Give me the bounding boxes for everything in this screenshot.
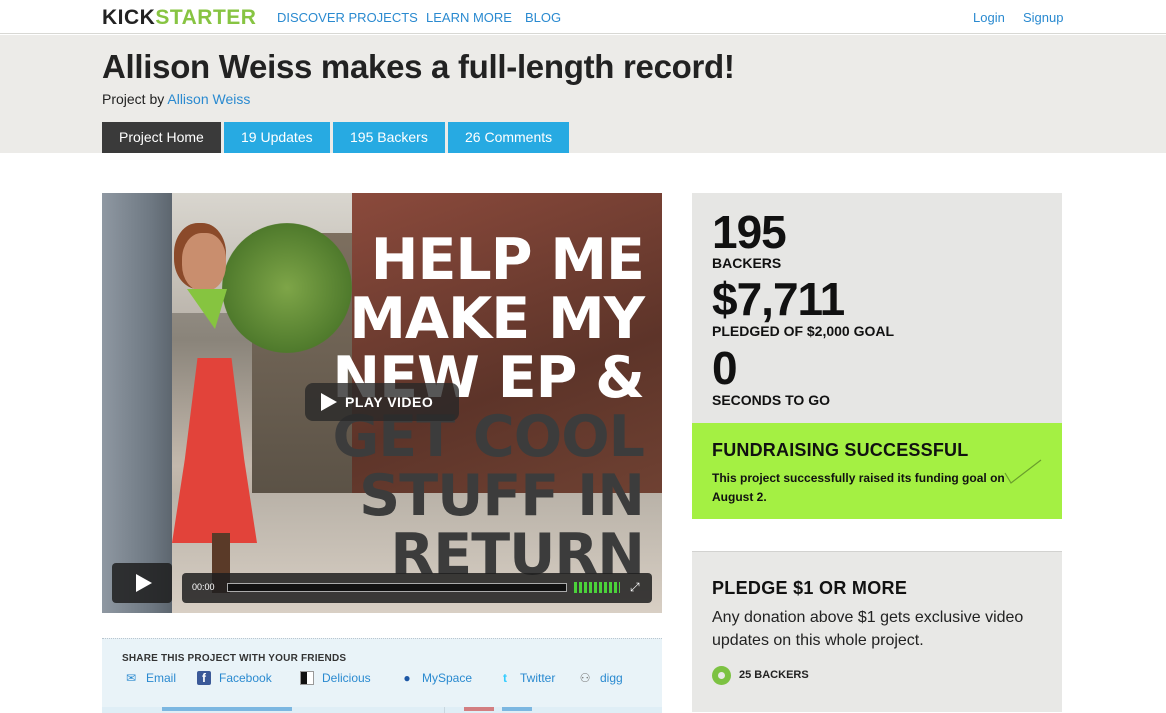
reward-backers-count: 25 BACKERS	[739, 669, 809, 681]
time-remaining: 0	[712, 342, 738, 394]
fullscreen-icon[interactable]: ⤢	[630, 581, 642, 593]
share-label: digg	[600, 671, 623, 685]
play-icon	[321, 393, 337, 411]
overlay-line: MAKE MY	[349, 286, 645, 352]
share-label: Twitter	[520, 671, 556, 685]
player-seek-bar[interactable]	[227, 583, 567, 592]
backers-badge-icon	[712, 666, 731, 685]
divider	[444, 707, 445, 713]
kickstarter-logo[interactable]: KICKSTARTER	[102, 6, 256, 30]
reward-description: Any donation above $1 gets exclusive vid…	[712, 609, 1024, 649]
share-heading: SHARE THIS PROJECT WITH YOUR FRIENDS	[122, 653, 347, 664]
embed-link-cutoff	[162, 707, 292, 711]
facebook-icon: f	[197, 671, 211, 685]
funding-status-banner: FUNDRAISING SUCCESSFUL This project succ…	[692, 423, 1062, 519]
rss-link-cutoff	[502, 707, 532, 711]
tab-project-home[interactable]: Project Home	[102, 122, 221, 153]
nav-discover-projects[interactable]: DISCOVER PROJECTS	[277, 10, 418, 25]
signup-link[interactable]: Signup	[1023, 10, 1063, 25]
checkmark-icon	[1004, 459, 1042, 484]
play-video-button[interactable]: PLAY VIDEO	[305, 383, 459, 421]
project-title: Allison Weiss makes a full-length record…	[102, 48, 735, 85]
pledged-label: PLEDGED OF $2,000 GOAL	[712, 323, 895, 339]
logo-kick-text: KICK	[102, 6, 156, 29]
project-video[interactable]: HELP ME MAKE MY NEW EP & GET COOL STUFF …	[102, 193, 662, 613]
digg-icon: ⚇	[579, 671, 591, 685]
player-time: 00:00	[192, 582, 215, 592]
backers-label: BACKERS	[712, 255, 782, 271]
funding-status-title: FUNDRAISING SUCCESSFUL	[712, 440, 969, 460]
nav-blog[interactable]: BLOG	[525, 10, 561, 25]
play-icon	[136, 574, 152, 592]
project-stats: 195 BACKERS $7,711 PLEDGED OF $2,000 GOA…	[692, 193, 1062, 423]
share-label: MySpace	[422, 671, 473, 685]
time-label: SECONDS TO GO	[712, 392, 830, 408]
video-person-head	[182, 233, 226, 291]
reward-tier[interactable]: PLEDGE $1 OR MORE Any donation above $1 …	[692, 551, 1062, 712]
logo-starter-text: STARTER	[155, 6, 257, 29]
share-footer	[102, 707, 662, 713]
video-wall	[102, 193, 172, 613]
nav-learn-more[interactable]: LEARN MORE	[426, 10, 512, 25]
tab-comments[interactable]: 26 Comments	[448, 122, 570, 153]
login-link[interactable]: Login	[973, 10, 1005, 25]
tab-updates[interactable]: 19 Updates	[224, 122, 330, 153]
pledged-amount: $7,711	[712, 273, 845, 325]
play-video-label: PLAY VIDEO	[345, 394, 434, 410]
myspace-icon: ●	[403, 671, 411, 685]
byline-prefix: Project by	[102, 91, 165, 107]
share-label: Email	[146, 671, 177, 685]
email-icon: ✉	[125, 671, 137, 685]
rss-icon-cutoff	[464, 707, 494, 711]
twitter-icon: t	[503, 671, 507, 685]
share-label: Delicious	[322, 671, 371, 685]
backers-count: 195	[712, 206, 787, 258]
share-box: SHARE THIS PROJECT WITH YOUR FRIENDS ✉ E…	[102, 638, 662, 713]
video-person-dress	[172, 358, 257, 543]
project-header: Allison Weiss makes a full-length record…	[0, 35, 1166, 153]
overlay-line: STUFF IN	[359, 463, 645, 529]
funding-status-text: This project successfully raised its fun…	[712, 471, 1005, 504]
overlay-line: HELP ME	[370, 227, 645, 293]
share-label: Facebook	[219, 671, 272, 685]
tab-backers[interactable]: 195 Backers	[333, 122, 445, 153]
project-byline: Project by Allison Weiss	[102, 91, 250, 107]
delicious-icon	[300, 671, 314, 685]
top-navigation: KICKSTARTER DISCOVER PROJECTS LEARN MORE…	[0, 0, 1166, 34]
player-play-button[interactable]	[112, 563, 172, 603]
creator-link[interactable]: Allison Weiss	[167, 91, 250, 107]
player-controls: 00:00 ⤢	[182, 573, 652, 603]
reward-title: PLEDGE $1 OR MORE	[712, 578, 908, 598]
volume-bar[interactable]	[574, 582, 620, 593]
